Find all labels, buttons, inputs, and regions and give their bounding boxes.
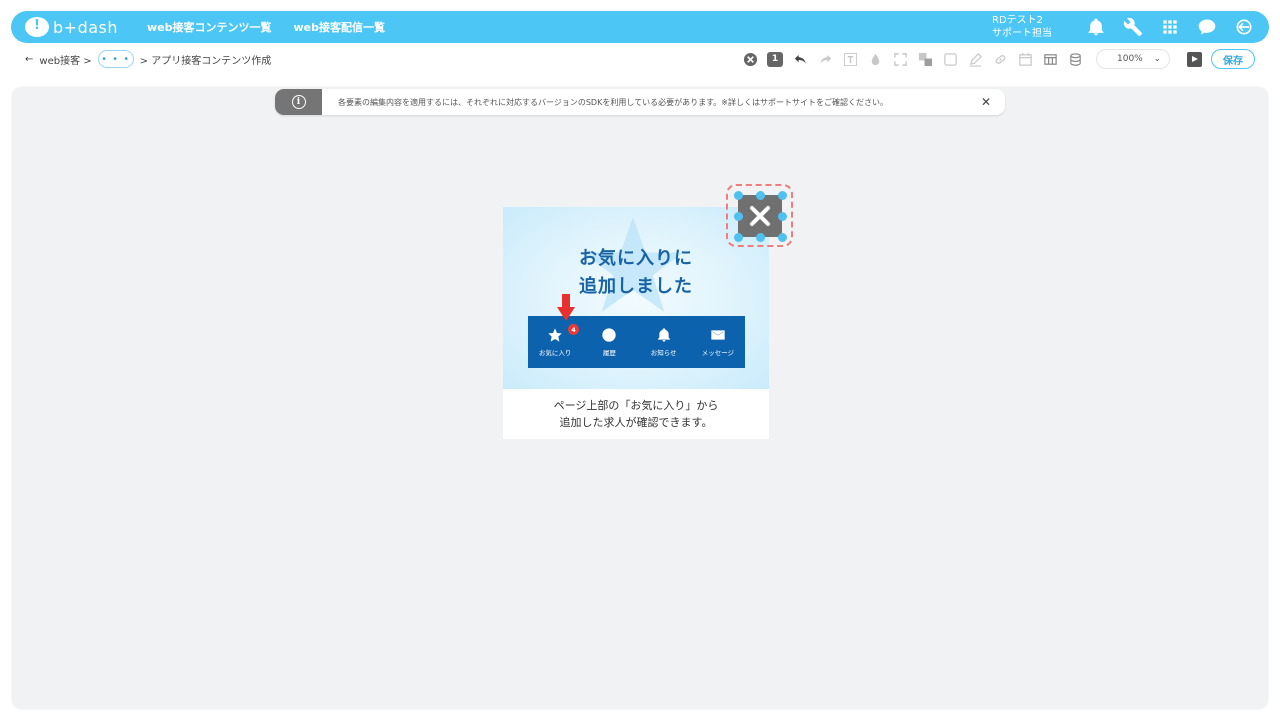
wrench-icon[interactable] <box>1122 16 1144 38</box>
tab-label-message: メッセージ <box>701 349 735 357</box>
resize-handle-top-left[interactable] <box>734 191 743 200</box>
editor-toolbar: ← web接客 > • • • > アプリ接客コンテンツ作成 1 100% ⌄ … <box>11 44 1269 74</box>
table-icon[interactable] <box>1042 51 1058 67</box>
tab-label-notice: お知らせ <box>650 349 677 357</box>
popup-caption: ページ上部の「お気に入り」から 追加した求人が確認できます。 <box>503 397 769 431</box>
nav-delivery-list[interactable]: web接客配信一覧 <box>294 19 386 35</box>
square-shape-icon[interactable] <box>942 51 958 67</box>
popup-title-line2: 追加しました <box>579 276 693 297</box>
fit-screen-icon[interactable] <box>892 51 908 67</box>
clock-icon <box>602 328 617 342</box>
popup-title-line1: お気に入りに <box>579 248 693 269</box>
pen-icon[interactable] <box>967 51 983 67</box>
close-icon <box>750 206 770 226</box>
calendar-icon[interactable] <box>1017 51 1033 67</box>
logo[interactable]: b+dash <box>25 17 135 37</box>
top-header: b+dash web接客コンテンツ一覧 web接客配信一覧 RDテスト2 サポー… <box>11 11 1269 43</box>
grid-icon[interactable] <box>1159 16 1181 38</box>
layer-order-icon[interactable] <box>917 51 933 67</box>
tab-history: 履歴 <box>582 316 636 368</box>
logo-bubble-icon <box>25 17 49 37</box>
info-icon: i <box>291 95 306 109</box>
tab-notice: お知らせ <box>637 316 691 368</box>
bell-icon[interactable] <box>1085 16 1107 38</box>
nav-content-list[interactable]: web接客コンテンツ一覧 <box>147 19 272 35</box>
breadcrumb-web-service[interactable]: web接客 > <box>39 52 91 67</box>
user-info[interactable]: RDテスト2 サポート担当 <box>992 14 1052 40</box>
resize-handle-left[interactable] <box>734 212 743 221</box>
mail-icon <box>711 330 725 340</box>
redo-icon[interactable] <box>817 51 833 67</box>
notice-icon-box: i <box>275 89 322 115</box>
chevron-down-icon: ⌄ <box>1153 54 1161 64</box>
sdk-notice-banner: i 各要素の編集内容を適用するには、それぞれに対応するバージョンのSDKを利用し… <box>275 89 1005 115</box>
resize-handle-right[interactable] <box>778 212 787 221</box>
popup-title: お気に入りに 追加しました <box>503 245 769 301</box>
logout-icon[interactable] <box>1233 16 1255 38</box>
resize-handle-bottom-left[interactable] <box>734 233 743 242</box>
editor-canvas[interactable]: i 各要素の編集内容を適用するには、それぞれに対応するバージョンのSDKを利用し… <box>13 88 1267 708</box>
zoom-value: 100% <box>1117 54 1143 64</box>
resize-handle-top[interactable] <box>756 191 765 200</box>
user-name: RDテスト2 <box>992 15 1044 26</box>
favorites-count-badge: 4 <box>568 324 579 335</box>
delete-icon[interactable] <box>742 51 758 67</box>
star-icon <box>548 328 562 342</box>
selection-count-badge: 1 <box>767 51 783 67</box>
user-role: サポート担当 <box>992 28 1052 39</box>
zoom-select[interactable]: 100% ⌄ <box>1096 49 1170 69</box>
undo-icon[interactable] <box>792 51 808 67</box>
preview-play-button[interactable] <box>1187 51 1202 67</box>
bell-icon <box>657 328 670 342</box>
popup-close-button[interactable] <box>738 195 782 237</box>
breadcrumb-current: > アプリ接客コンテンツ作成 <box>139 55 272 67</box>
back-arrow-icon[interactable]: ← <box>25 54 33 65</box>
editor-tools: 1 100% ⌄ 保存 <box>742 49 1255 69</box>
resize-handle-bottom-right[interactable] <box>778 233 787 242</box>
link-icon[interactable] <box>992 51 1008 67</box>
tab-favorites: 4 お気に入り <box>528 316 582 368</box>
notice-close-icon[interactable]: ✕ <box>981 95 991 109</box>
notice-text: 各要素の編集内容を適用するには、それぞれに対応するバージョンのSDKを利用してい… <box>338 97 888 107</box>
tab-label-favorites: お気に入り <box>538 349 572 357</box>
breadcrumb-more-button[interactable]: • • • <box>97 50 134 68</box>
caption-line1: ページ上部の「お気に入り」から <box>553 399 719 412</box>
red-down-arrow-icon <box>557 294 575 321</box>
tab-label-history: 履歴 <box>602 349 616 357</box>
support-chat-icon[interactable] <box>1196 16 1218 38</box>
logo-text: b+dash <box>53 17 118 37</box>
breadcrumb: ← web接客 > • • • > アプリ接客コンテンツ作成 <box>25 50 271 68</box>
app-tab-bar: 4 お気に入り 履歴 お知らせ メッセージ <box>528 316 745 368</box>
color-drop-icon[interactable] <box>867 51 883 67</box>
resize-handle-top-right[interactable] <box>778 191 787 200</box>
caption-line2: 追加した求人が確認できます。 <box>559 416 713 429</box>
database-icon[interactable] <box>1067 51 1083 67</box>
resize-handle-bottom[interactable] <box>756 233 765 242</box>
text-box-icon[interactable] <box>842 51 858 67</box>
save-button[interactable]: 保存 <box>1211 49 1255 69</box>
tab-message: メッセージ <box>691 316 745 368</box>
